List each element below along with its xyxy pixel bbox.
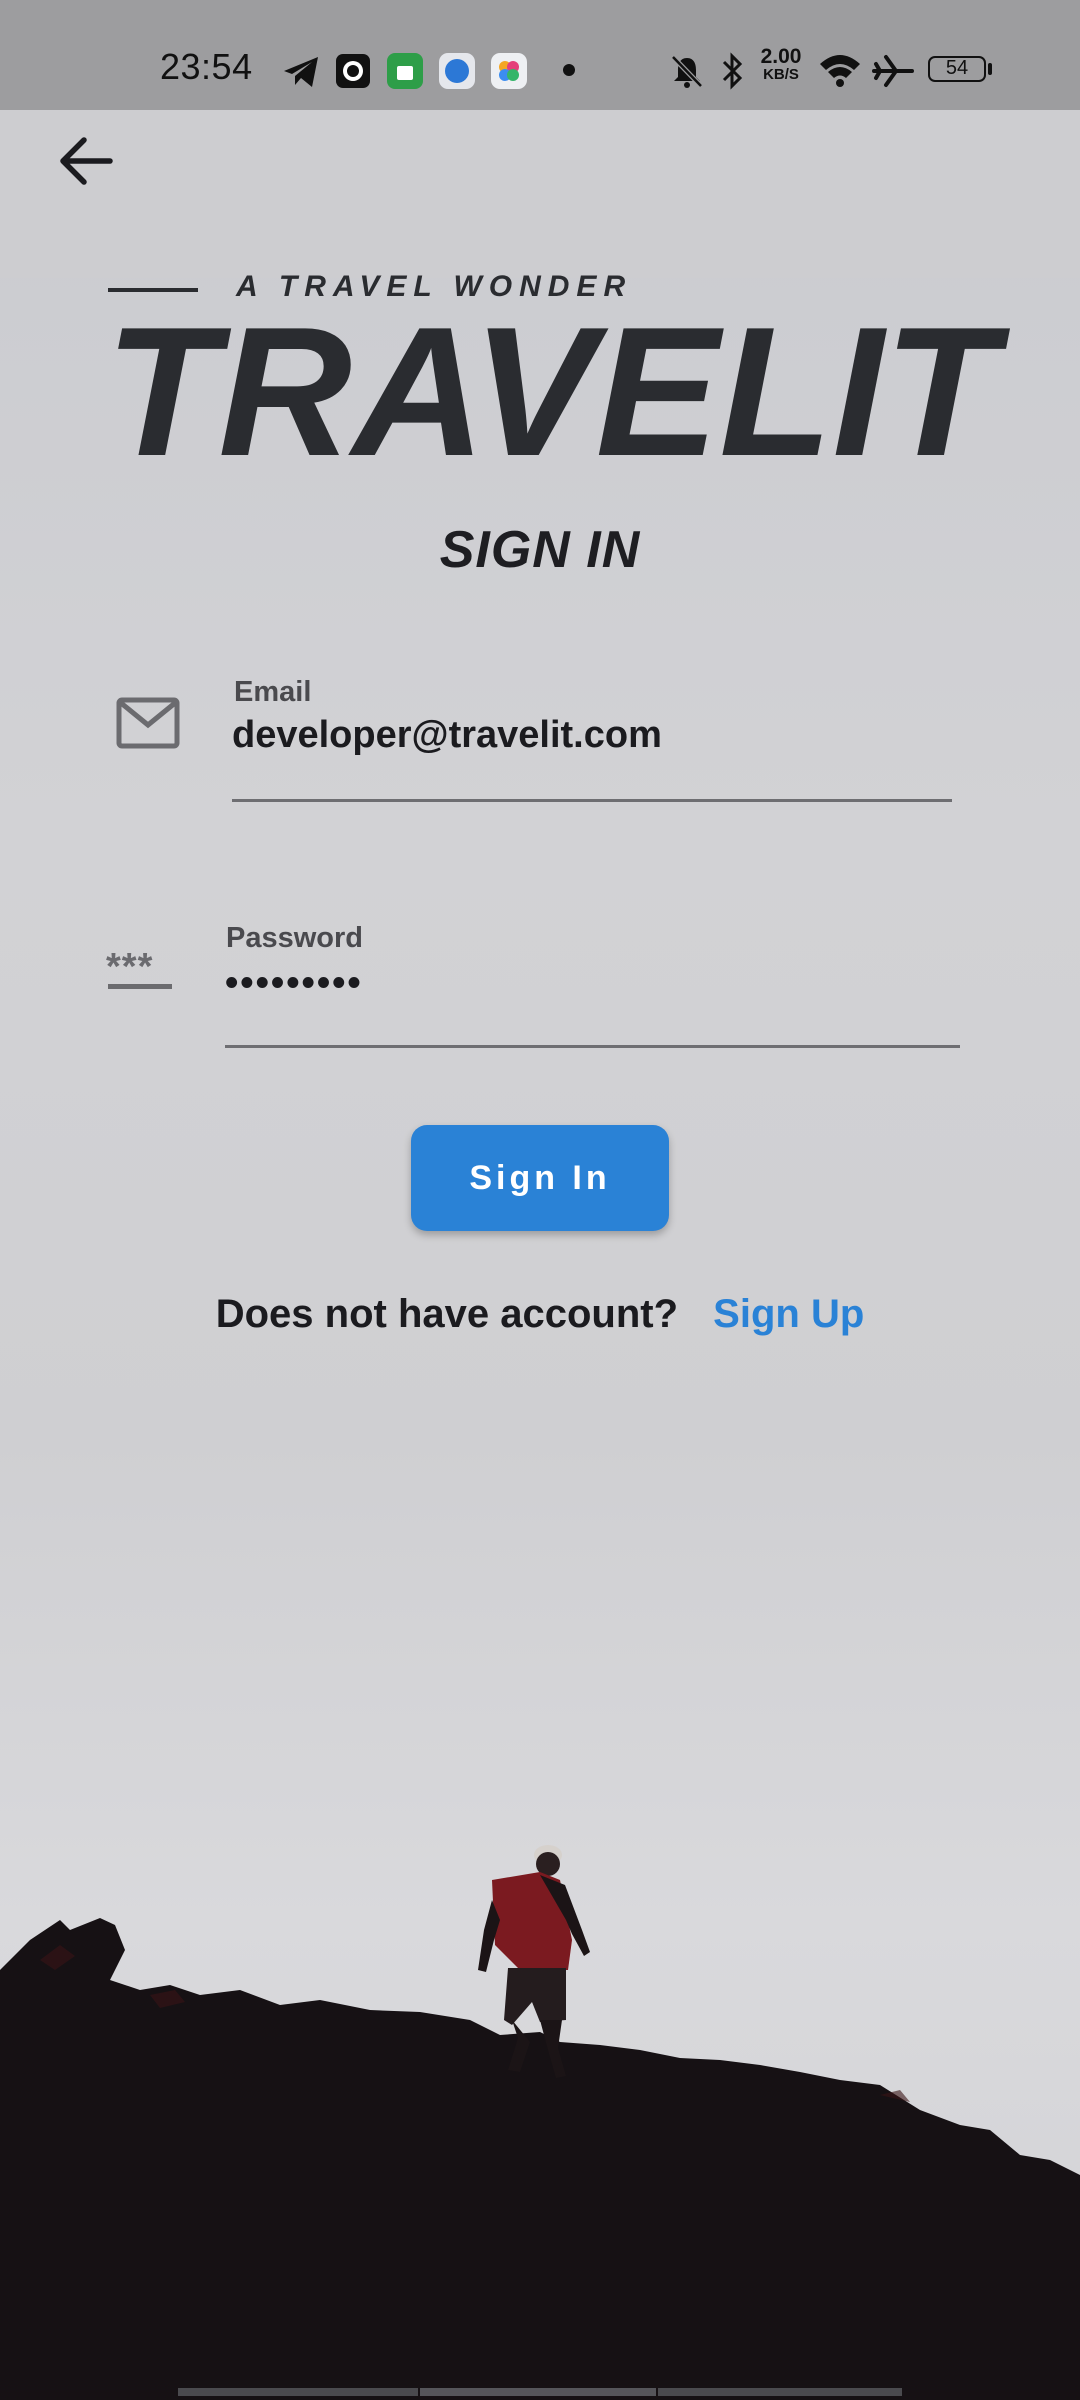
store-app-icon	[387, 53, 423, 89]
status-time: 23:54	[160, 46, 253, 87]
signup-prompt: Does not have account?	[215, 1292, 679, 1336]
network-speed-value: 2.00	[760, 45, 802, 68]
app-bar	[0, 110, 1080, 278]
password-label: Password	[226, 922, 363, 954]
sign-in-button[interactable]: Sign In	[411, 1125, 669, 1231]
battery-icon: 54	[928, 56, 986, 82]
email-field[interactable]: Email developer@travelit.com	[232, 672, 954, 806]
network-speed: 2.00 KB/S	[754, 45, 808, 84]
navigation-handle[interactable]	[178, 2386, 902, 2396]
camera-app-icon	[336, 54, 370, 88]
sign-up-link[interactable]: Sign Up	[713, 1292, 864, 1336]
mail-icon	[116, 697, 180, 749]
password-input[interactable]: •••••••••	[225, 962, 363, 1005]
bluetooth-icon	[722, 52, 743, 90]
brand-name: TRAVELIT	[105, 288, 1011, 494]
telegram-icon	[284, 57, 318, 87]
arrow-left-icon	[60, 137, 113, 185]
back-button[interactable]	[50, 124, 124, 198]
email-label: Email	[234, 676, 312, 708]
email-underline	[232, 799, 952, 802]
network-speed-unit: KB/S	[763, 66, 799, 83]
password-icon: ***	[106, 946, 176, 994]
page-title: SIGN IN	[439, 521, 641, 579]
status-bar: 23:54 2.00 KB/S 54	[0, 0, 1080, 110]
password-field[interactable]: Password •••••••••	[225, 918, 961, 1052]
browser-app-icon	[439, 53, 475, 89]
battery-cap	[988, 63, 992, 75]
wifi-icon	[820, 55, 860, 87]
brand-logo: TRAVELIT	[105, 288, 1011, 494]
hiker-silhouette-image	[0, 1845, 1080, 2400]
airplane-mode-icon	[872, 55, 914, 87]
signup-row: Does not have account? Sign Up	[0, 1292, 1080, 1337]
battery-level: 54	[945, 57, 969, 79]
photos-app-icon	[491, 53, 527, 89]
email-input[interactable]: developer@travelit.com	[232, 714, 662, 757]
mute-icon	[671, 55, 703, 88]
password-underline	[225, 1045, 960, 1048]
notification-dot-icon	[563, 64, 575, 76]
